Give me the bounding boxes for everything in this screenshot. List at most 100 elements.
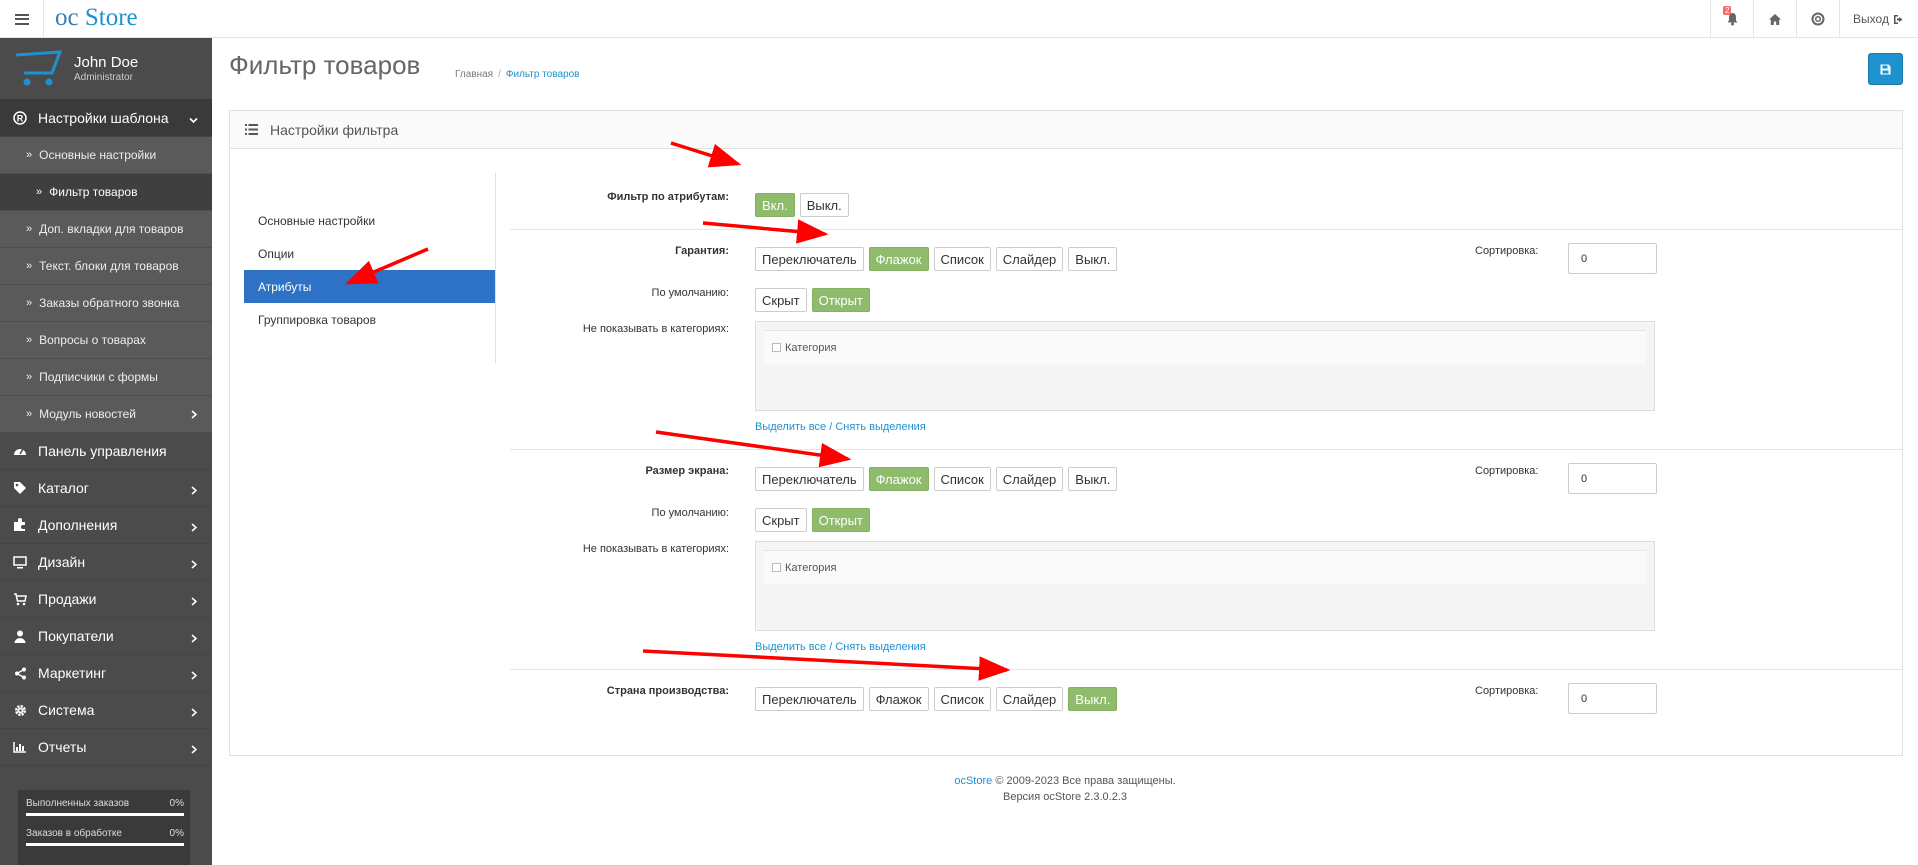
divider <box>510 229 1903 230</box>
warranty-sort-input[interactable] <box>1568 243 1657 274</box>
stat-processing-orders: Заказов в обработке 0% <box>26 828 184 846</box>
screen-size-option-off[interactable]: Выкл. <box>1068 467 1118 491</box>
warranty-select-links: Выделить все / Снять выделения <box>755 421 926 433</box>
warranty-option-slider[interactable]: Слайдер <box>995 247 1064 271</box>
warranty-default-open[interactable]: Открыт <box>811 288 870 312</box>
notifications-button[interactable]: 2 <box>1710 0 1753 38</box>
screen-size-option-checkbox[interactable]: Флажок <box>868 467 929 491</box>
sidebar-sub-news-module[interactable]: » Модуль новостей <box>0 396 212 433</box>
country-option-slider[interactable]: Слайдер <box>995 687 1064 711</box>
help-button[interactable] <box>1796 0 1839 38</box>
shopping-cart-icon <box>12 592 28 606</box>
notification-badge: 2 <box>1723 6 1732 15</box>
warranty-view-options: Переключатель Флажок Список Слайдер Выкл… <box>755 247 1118 271</box>
double-chevron-icon: » <box>36 186 43 198</box>
sidebar-item-design[interactable]: Дизайн <box>0 544 212 581</box>
category-header: Категория <box>764 330 1646 364</box>
select-all-link[interactable]: Выделить все <box>755 421 826 433</box>
stat-completed-orders: Выполненных заказов 0% <box>26 798 184 816</box>
logout-button[interactable]: Выход <box>1839 0 1918 38</box>
sidebar-item-system[interactable]: Система <box>0 692 212 729</box>
breadcrumb-home[interactable]: Главная <box>455 69 493 80</box>
chevron-right-icon <box>190 741 198 757</box>
sidebar-item-customers[interactable]: Покупатели <box>0 618 212 655</box>
svg-text:R: R <box>17 114 24 124</box>
deselect-all-link[interactable]: Снять выделения <box>835 641 925 653</box>
deselect-all-link[interactable]: Снять выделения <box>835 421 925 433</box>
sidebar-item-extensions[interactable]: Дополнения <box>0 507 212 544</box>
chevron-right-icon <box>190 667 198 683</box>
double-chevron-icon: » <box>26 260 33 272</box>
logo[interactable]: oc Store <box>55 4 138 32</box>
double-chevron-icon: » <box>26 149 33 161</box>
warranty-hide-categories-label: Не показывать в категориях: <box>582 323 729 335</box>
hamburger-icon <box>14 13 29 25</box>
chevron-right-icon <box>190 593 198 609</box>
sidebar-sub-callback-orders[interactable]: » Заказы обратного звонка <box>0 285 212 322</box>
sidebar-item-template-settings[interactable]: R Настройки шаблона <box>0 100 212 137</box>
page-title: Фильтр товаров <box>229 50 421 80</box>
footer-brand-link[interactable]: ocStore <box>954 775 992 787</box>
order-stats: Выполненных заказов 0% Заказов в обработк… <box>18 790 190 865</box>
user-role: Administrator <box>74 72 133 83</box>
panel-heading: Настройки фильтра <box>230 111 1902 149</box>
home-button[interactable] <box>1753 0 1796 38</box>
sidebar-item-catalog[interactable]: Каталог <box>0 470 212 507</box>
sidebar-sub-product-questions[interactable]: » Вопросы о товарах <box>0 322 212 359</box>
tab-basic-settings[interactable]: Основные настройки <box>244 204 495 237</box>
filter-settings-panel: Настройки фильтра Основные настройки Опц… <box>229 110 1903 756</box>
sidebar-sub-form-subscribers[interactable]: » Подписчики с формы <box>0 359 212 396</box>
logout-label: Выход <box>1853 12 1889 26</box>
attr-filter-on-button[interactable]: Вкл. <box>755 193 795 217</box>
screen-size-default-open[interactable]: Открыт <box>811 508 870 532</box>
screen-size-option-switch[interactable]: Переключатель <box>755 467 864 491</box>
screen-size-select-links: Выделить все / Снять выделения <box>755 641 926 653</box>
select-all-link[interactable]: Выделить все <box>755 641 826 653</box>
top-header: oc Store 2 Выход <box>0 0 1918 38</box>
save-button[interactable] <box>1868 53 1903 85</box>
sidebar-sub-product-filter[interactable]: » Фильтр товаров <box>0 174 212 211</box>
screen-size-hide-categories-label: Не показывать в категориях: <box>582 543 729 555</box>
select-all-checkbox[interactable] <box>772 343 781 352</box>
sidebar-sub-basic-settings[interactable]: » Основные настройки <box>0 137 212 174</box>
screen-size-sort-input[interactable] <box>1568 463 1657 494</box>
registered-icon: R <box>12 111 28 125</box>
country-option-off[interactable]: Выкл. <box>1068 687 1118 711</box>
progress-bar <box>26 813 184 816</box>
country-view-options: Переключатель Флажок Список Слайдер Выкл… <box>755 687 1118 711</box>
screen-size-default-toggle: Скрыт Открыт <box>755 508 870 532</box>
warranty-option-checkbox[interactable]: Флажок <box>868 247 929 271</box>
country-option-switch[interactable]: Переключатель <box>755 687 864 711</box>
attribute-name-country: Страна производства: <box>606 685 729 697</box>
breadcrumb: Главная / Фильтр товаров <box>455 69 580 80</box>
divider <box>510 449 1903 450</box>
divider <box>510 669 1903 670</box>
list-icon <box>245 122 258 138</box>
sidebar-item-reports[interactable]: Отчеты <box>0 729 212 766</box>
attribute-name-screen-size: Размер экрана: <box>645 465 729 477</box>
screen-size-default-hidden[interactable]: Скрыт <box>755 508 807 532</box>
chevron-right-icon <box>190 482 198 498</box>
country-sort-input[interactable] <box>1568 683 1657 714</box>
country-option-list[interactable]: Список <box>933 687 991 711</box>
attr-filter-off-button[interactable]: Выкл. <box>799 193 849 217</box>
screen-size-option-list[interactable]: Список <box>933 467 991 491</box>
sidebar-sub-text-blocks[interactable]: » Текст. блоки для товаров <box>0 248 212 285</box>
warranty-default-toggle: Скрыт Открыт <box>755 288 870 312</box>
sidebar-item-dashboard[interactable]: Панель управления <box>0 433 212 470</box>
select-all-checkbox[interactable] <box>772 563 781 572</box>
menu-toggle-button[interactable] <box>0 0 44 38</box>
chevron-right-icon <box>190 704 198 720</box>
sidebar-item-marketing[interactable]: Маркетинг <box>0 655 212 692</box>
sidebar-sub-product-tabs[interactable]: » Доп. вкладки для товаров <box>0 211 212 248</box>
country-option-checkbox[interactable]: Флажок <box>868 687 929 711</box>
user-profile[interactable]: John Doe Administrator <box>0 38 212 100</box>
breadcrumb-current[interactable]: Фильтр товаров <box>506 69 580 80</box>
warranty-option-list[interactable]: Список <box>933 247 991 271</box>
attr-filter-label: Фильтр по атрибутам: <box>607 191 729 203</box>
screen-size-option-slider[interactable]: Слайдер <box>995 467 1064 491</box>
warranty-option-switch[interactable]: Переключатель <box>755 247 864 271</box>
warranty-option-off[interactable]: Выкл. <box>1068 247 1118 271</box>
sidebar-item-sales[interactable]: Продажи <box>0 581 212 618</box>
warranty-default-hidden[interactable]: Скрыт <box>755 288 807 312</box>
